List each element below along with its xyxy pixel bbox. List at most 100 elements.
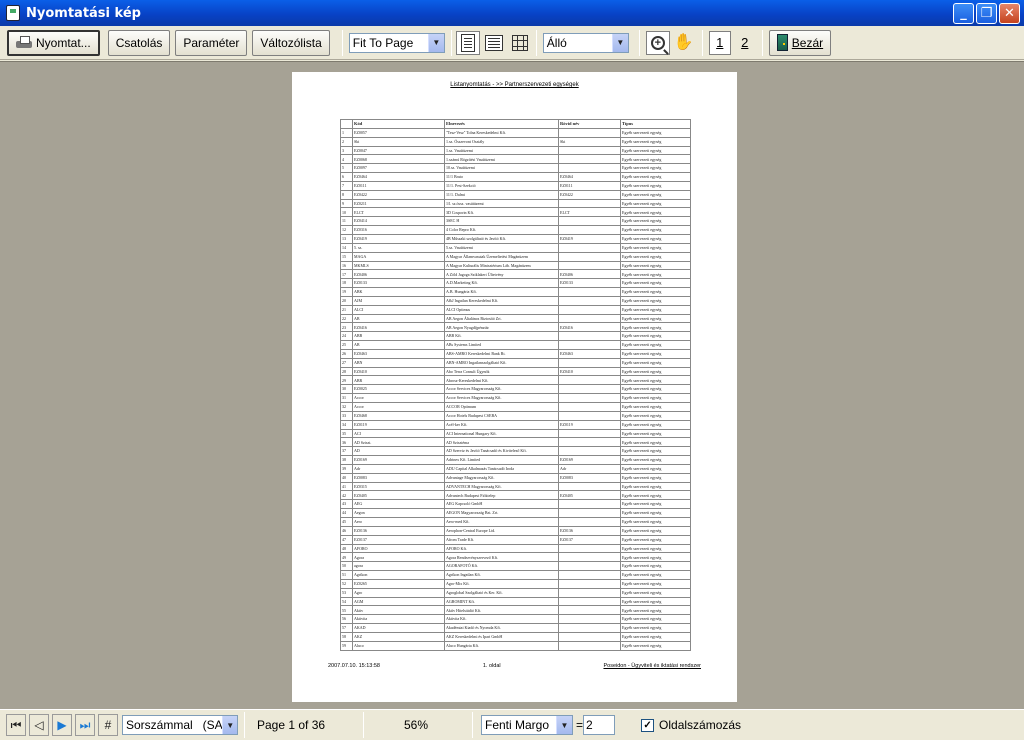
table-cell: AEG [352, 499, 445, 510]
row-index-cell: 45 [340, 516, 353, 527]
table-cell: EZ0316 [352, 225, 445, 235]
table-cell: Aktivita Kft. [444, 614, 559, 625]
toolbar: Nyomtat... Csatolás Paraméter Változólis… [0, 26, 1024, 60]
table-cell: EZ0410 [558, 366, 621, 377]
row-index-cell: 52 [340, 578, 353, 589]
table-row: 7 EZ0111 11/1. Pest-Szekció EZ0111 Egyéb sze… [340, 180, 691, 191]
margin-value-input[interactable]: 2 [583, 715, 616, 735]
separator [244, 712, 245, 738]
table-cell: EZ0414 [352, 216, 445, 227]
first-page-button[interactable]: ⏮ [6, 714, 26, 736]
table-cell: MAGA [352, 251, 445, 262]
table-cell: ALCI Optimus [444, 304, 559, 315]
two-page-button[interactable]: 2 [734, 31, 756, 55]
row-index-cell: 55 [340, 605, 353, 616]
table-cell: Egyéb szervezeti egység [620, 295, 691, 306]
chevron-down-icon[interactable]: ▼ [611, 33, 628, 52]
table-cell: A&J Ingatlan Kereskedelmi Kft. [444, 295, 559, 306]
table-cell: Egyéb szervezeti egység [620, 552, 691, 563]
table-cell [558, 375, 621, 386]
last-page-icon: ⏭ [79, 717, 91, 732]
margin-select[interactable]: Fenti Margo ▼ [481, 715, 573, 735]
maximize-button[interactable]: ❐ [976, 3, 997, 24]
variable-list-button[interactable]: Változólista [252, 29, 330, 56]
chevron-down-icon[interactable]: ▼ [427, 33, 444, 52]
report-footer: 2007.07.10. 15:13:58 1. oldal Poseidon -… [328, 663, 701, 669]
single-page-view-button[interactable] [455, 30, 480, 55]
attach-button[interactable]: Csatolás [107, 29, 171, 56]
zoom-button[interactable]: + [645, 30, 670, 55]
separator [341, 29, 343, 56]
table-cell [558, 295, 621, 306]
table-cell: Egyéb szervezeti egység [620, 623, 691, 633]
table-cell: Egyéb szervezeti egység [620, 357, 691, 368]
last-page-button[interactable]: ⏭ [75, 714, 95, 736]
table-cell: AD Szisztéma [444, 437, 559, 448]
sort-select[interactable]: Sorszámmal (SAM ▼ [122, 715, 238, 735]
table-cell [558, 410, 621, 421]
column-header: Kód [352, 119, 445, 129]
orientation-select-value: Álló [546, 35, 567, 50]
table-cell: ABB Kft. [444, 331, 559, 342]
table-cell: AEG Kapcsoló GmbH [444, 499, 559, 510]
goto-page-button[interactable]: # [98, 714, 118, 736]
table-cell [558, 428, 621, 439]
parameter-button[interactable]: Paraméter [175, 29, 248, 56]
fit-select[interactable]: Fit To Page ▼ [348, 32, 445, 53]
table-cell: Abo Terra Consult Ügynök [444, 366, 559, 377]
previous-page-button[interactable]: ◁ [29, 714, 49, 736]
table-row: 16 MKMLS A Magyar Kulturális Minisztérium … [340, 260, 691, 271]
pan-button[interactable]: ✋ [672, 31, 696, 55]
chevron-down-icon[interactable]: ▼ [556, 716, 572, 734]
one-page-button[interactable]: 1 [708, 30, 731, 55]
report-page: Listanyomtatás - >> Partnerszervezeti eg… [292, 72, 737, 702]
title-bar: Nyomtatási kép _ ❐ ✕ [0, 0, 1024, 26]
print-button[interactable]: Nyomtat... [7, 29, 100, 56]
table-row: 26 EZ0463 ABS-AMRO Kereskedelmi Bank Rt. EZ… [340, 348, 691, 359]
table-cell [558, 605, 621, 616]
minimize-button[interactable]: _ [953, 3, 974, 24]
table-cell: AKZ Kereskedelmi és Ipari GmbH [444, 631, 559, 642]
table-cell: AGORAFOTÓ Kft. [444, 561, 559, 572]
table-cell: Egyéb szervezeti egység [620, 163, 691, 174]
preview-area[interactable]: Listanyomtatás - >> Partnerszervezeti eg… [0, 61, 1024, 709]
orientation-select[interactable]: Álló ▼ [542, 32, 629, 53]
table-cell: AGM [352, 596, 445, 607]
row-index-cell: 9 [340, 198, 353, 209]
footer-date: 2007.07.10. 15:13:58 [328, 663, 380, 669]
row-index-cell: 44 [340, 508, 353, 518]
page-numbering-checkbox[interactable]: ✓ [641, 718, 655, 732]
row-index-cell: 30 [340, 384, 353, 395]
table-cell: EZ0464 [352, 172, 445, 182]
table-cell [558, 402, 621, 412]
table-cell: Adr [558, 463, 621, 474]
table-cell: EZ0405 [352, 490, 445, 501]
table-row: 6 EZ0464 11/1 Bruto EZ0464 Egyéb szervezeti … [340, 172, 691, 182]
table-cell: EZ0047 [352, 145, 445, 156]
next-page-button[interactable]: ▶ [52, 714, 72, 736]
table-cell: EZ0464 [558, 172, 621, 182]
table-row: 15 MAGA A Magyar Államvasutak Üzemeltetési… [340, 251, 691, 262]
table-row: 3 EZ0047 1.sz. Vasútüzemi Egyéb szervezeti … [340, 145, 691, 156]
chevron-down-icon[interactable]: ▼ [222, 716, 237, 734]
table-cell: ABR [352, 375, 445, 386]
table-cell: Egyéb szervezeti egység [620, 428, 691, 439]
table-cell [558, 561, 621, 572]
table-cell: EZ0468 [352, 410, 445, 421]
close-preview-button[interactable]: Bezár [768, 29, 832, 56]
row-index-cell: 1 [340, 127, 353, 138]
table-row: 44 Aegon AEGON Magyarország Bzt. Zrt. Egyéb… [340, 508, 691, 518]
table-cell: A Magyar Kulturális Minisztérium Láb. Ma… [444, 260, 559, 271]
table-cell: Egyéb szervezeti egység [620, 304, 691, 315]
table-cell [558, 623, 621, 633]
row-index-cell: 5 [340, 163, 353, 174]
row-index-cell: 25 [340, 340, 353, 350]
row-index-cell: 23 [340, 322, 353, 333]
table-row: 28 EZ0410 Abo Terra Consult Ügynök EZ0410 Eg… [340, 366, 691, 377]
page-width-view-button[interactable] [482, 31, 506, 55]
column-header-index [340, 119, 353, 129]
multi-page-view-button[interactable] [508, 31, 532, 55]
row-index-cell: 32 [340, 402, 353, 412]
close-window-button[interactable]: ✕ [999, 3, 1020, 24]
table-cell: 10.sz. Vasútüzemi [444, 163, 559, 174]
